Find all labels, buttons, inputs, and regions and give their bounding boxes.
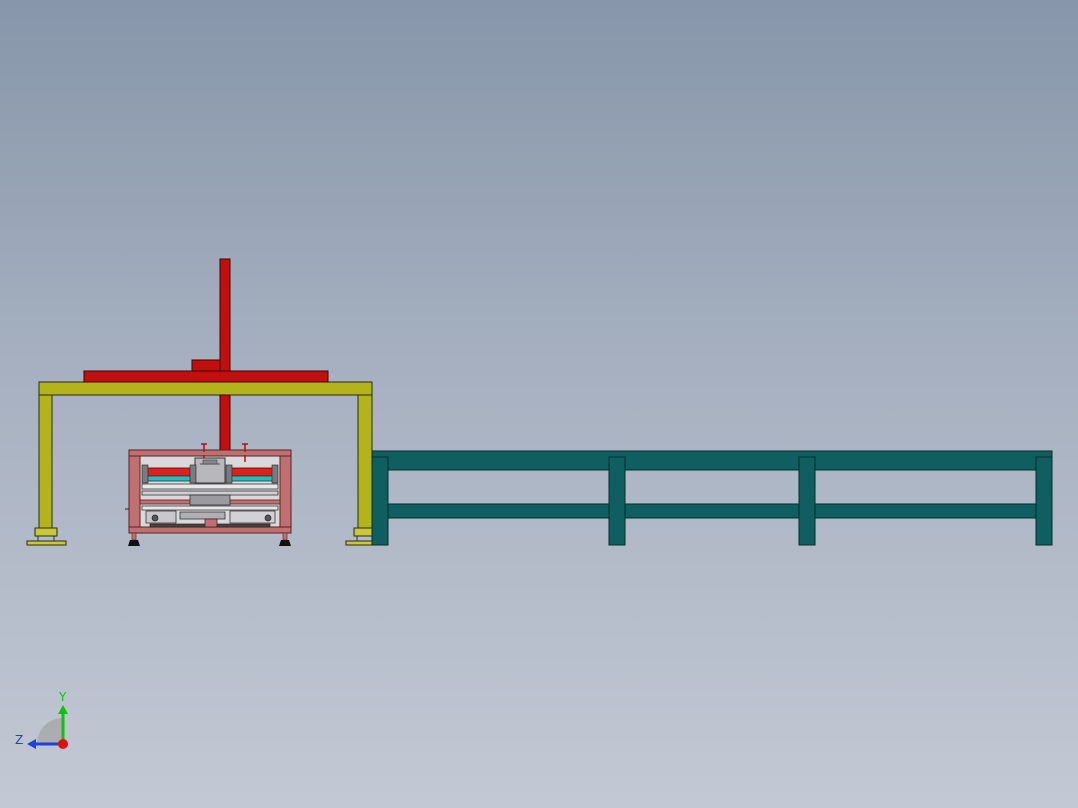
orientation-triad[interactable]: Y Z — [15, 690, 68, 749]
machine-left-foot — [128, 540, 140, 546]
left-roller — [141, 464, 197, 484]
machine-frame-left-post — [128, 449, 141, 534]
gantry-left-foot-block — [34, 527, 58, 537]
red-vertical-column-upper — [219, 258, 231, 372]
machine-frame-right-post — [279, 449, 292, 534]
y-axis-arrowhead — [58, 705, 68, 714]
right-roller — [225, 464, 279, 484]
machine-frame-top-rail — [128, 449, 292, 457]
x-axis-point — [58, 739, 68, 749]
machine-frame-bottom-rail — [128, 526, 292, 534]
z-axis-arrowhead — [27, 739, 36, 749]
gantry-left-foot — [26, 540, 67, 546]
conveyor-top-rail — [371, 450, 1053, 471]
conveyor-leg-3 — [798, 456, 816, 546]
triad-rotation-arc — [37, 718, 63, 744]
conveyor-leg-2 — [608, 456, 626, 546]
machine-assembly — [125, 443, 292, 546]
conveyor-lower-rail — [371, 503, 1053, 519]
conveyor-leg-4 — [1035, 456, 1053, 546]
cad-viewport[interactable]: Y Z — [0, 0, 1078, 808]
gantry-top-beam — [38, 381, 373, 396]
conveyor-leg-1 — [371, 456, 389, 546]
y-axis-label: Y — [58, 690, 67, 704]
red-carriage-block — [191, 359, 221, 372]
conveyor-table — [371, 450, 1053, 546]
machine-right-foot — [279, 540, 291, 546]
red-carriage — [83, 258, 329, 451]
red-vertical-column-lower — [219, 394, 231, 451]
z-axis-label: Z — [15, 733, 23, 747]
gantry-right-leg — [357, 394, 373, 529]
gantry-left-leg — [38, 394, 53, 529]
red-horizontal-beam — [83, 370, 329, 383]
